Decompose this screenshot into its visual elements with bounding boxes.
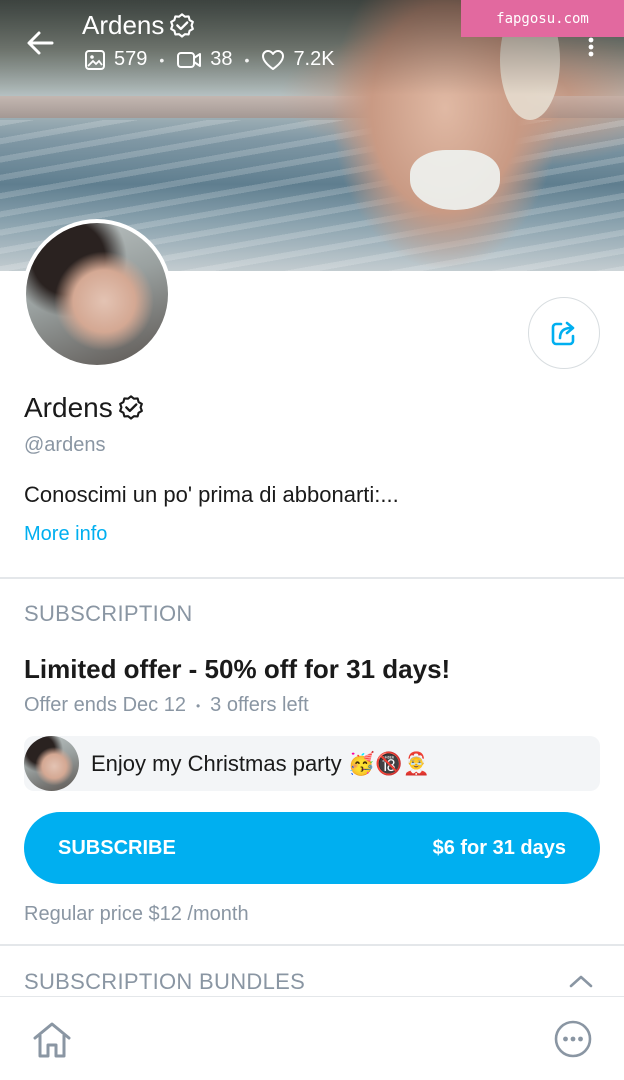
separator-dot: •: [195, 698, 201, 713]
subscribe-button[interactable]: SUBSCRIBE $6 for 31 days: [24, 812, 600, 884]
profile-handle: @ardens: [24, 434, 106, 456]
back-arrow-icon: [27, 31, 54, 55]
avatar-image: [26, 223, 168, 365]
verified-icon: [170, 12, 195, 38]
header-title: Ardens: [82, 10, 196, 41]
more-info-link[interactable]: More info: [24, 523, 107, 546]
verified-icon: [118, 395, 143, 420]
bundles-section-title: SUBSCRIPTION BUNDLES: [24, 969, 306, 994]
divider: [0, 944, 624, 946]
more-options-button[interactable]: [553, 1019, 593, 1059]
more-horizontal-icon: [554, 1020, 592, 1058]
separator-dot: •: [159, 51, 165, 68]
subscribe-price: $6 for 31 days: [432, 836, 566, 859]
divider: [0, 577, 624, 579]
profile-name-text: Ardens: [24, 392, 113, 423]
profile-name: Ardens: [24, 392, 145, 424]
chevron-up-icon: [569, 975, 593, 988]
offer-message: Enjoy my Christmas party 🥳🔞🤶: [24, 736, 600, 791]
bottom-navigation: [0, 996, 624, 1080]
options-menu-button[interactable]: [584, 36, 598, 58]
share-icon: [551, 321, 575, 346]
header-name: Ardens: [82, 10, 165, 40]
offer-message-text: Enjoy my Christmas party 🥳🔞🤶: [91, 750, 430, 776]
more-vertical-icon: [588, 37, 594, 57]
likes-count: 7.2K: [293, 48, 335, 70]
regular-price: Regular price $12 /month: [24, 903, 249, 925]
profile-bio: Conoscimi un po' prima di abbonarti:...: [24, 482, 399, 507]
offer-ends: Offer ends Dec 12: [24, 694, 186, 716]
subscription-section-title: SUBSCRIPTION: [24, 601, 193, 626]
header-stats: 579 • 38 • 7.2K: [84, 48, 335, 71]
home-icon: [33, 1022, 71, 1058]
videos-count: 38: [210, 48, 233, 70]
image-icon: [85, 49, 105, 70]
message-avatar: [24, 736, 79, 791]
photos-count: 579: [114, 48, 148, 70]
subscribe-label: SUBSCRIBE: [58, 836, 176, 859]
collapse-bundles-button[interactable]: [568, 972, 594, 990]
back-button[interactable]: [24, 27, 56, 59]
offer-meta: Offer ends Dec 12 • 3 offers left: [24, 694, 309, 717]
home-button[interactable]: [30, 1018, 74, 1062]
separator-dot: •: [244, 51, 250, 68]
video-icon: [177, 51, 202, 68]
share-button[interactable]: [528, 297, 600, 369]
offer-title: Limited offer - 50% off for 31 days!: [24, 654, 451, 684]
avatar[interactable]: [22, 219, 172, 369]
offers-left: 3 offers left: [210, 694, 309, 716]
heart-icon: [262, 49, 285, 70]
watermark: fapgosu.com: [461, 0, 624, 37]
